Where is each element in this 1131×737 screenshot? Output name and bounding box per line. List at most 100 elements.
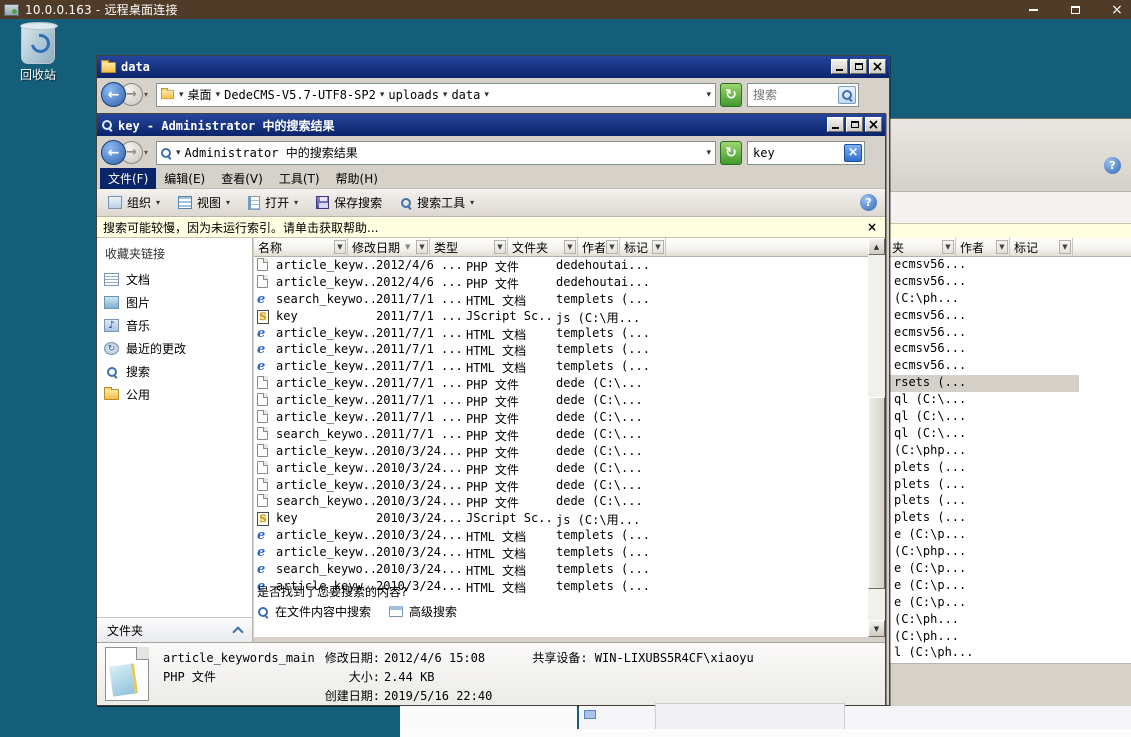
bg-column-header-1[interactable]: 夹 [888,238,956,257]
views-button[interactable]: 视图 [171,191,237,214]
data-close-button[interactable] [869,59,886,74]
bg-list-item[interactable]: plets (... [888,493,1131,510]
table-row[interactable]: search_keywo...2010/3/24...PHP 文件dede (C… [254,493,868,510]
refresh-icon[interactable] [720,141,742,165]
scrollbar-thumb[interactable] [868,397,885,589]
vertical-scrollbar[interactable] [868,238,885,637]
close-icon[interactable] [867,220,877,234]
refresh-icon[interactable] [720,83,742,107]
bg-list-item[interactable]: plets (... [888,510,1131,527]
search-file-contents-link[interactable]: 在文件内容中搜索 [257,603,371,620]
chevron-down-icon[interactable] [706,90,711,100]
column-header-1[interactable]: 名称 [254,238,348,257]
data-window-titlebar[interactable]: data [97,56,889,78]
bg-list-item[interactable]: ecmsv56... [888,274,1131,291]
bg-list-item[interactable]: (C:\ph... [888,291,1131,308]
sidebar-item[interactable]: 文档 [97,268,252,291]
bg-list-item[interactable]: ecmsv56... [888,358,1131,375]
history-dropdown-icon[interactable] [144,90,148,99]
chevron-down-icon[interactable] [706,148,711,158]
column-filter-icon[interactable] [606,240,618,254]
bg-list-item[interactable]: plets (... [888,477,1131,494]
open-button[interactable]: 打开 [241,191,305,214]
bg-list-item[interactable]: e (C:\p... [888,527,1131,544]
column-filter-icon[interactable] [1059,240,1071,254]
data-maximize-button[interactable] [850,59,867,74]
background-help-icon[interactable] [1104,157,1121,174]
table-row[interactable]: search_keywo...2011/7/1 ...PHP 文件dede (C… [254,426,868,443]
bg-list-item[interactable]: l (C:\ph... [888,645,1131,662]
column-header-6[interactable]: 标记 [620,238,666,257]
history-dropdown-icon[interactable] [144,148,148,157]
breadcrumb-item[interactable]: uploads [388,88,439,102]
bg-list-item[interactable]: (C:\php... [888,544,1131,561]
bg-list-item[interactable]: ql (C:\... [888,409,1131,426]
sidebar-item[interactable]: 搜索 [97,360,252,383]
bg-list-item[interactable]: (C:\ph... [888,612,1131,629]
column-header-3[interactable]: 类型 [430,238,508,257]
bg-list-item[interactable]: ecmsv56... [888,341,1131,358]
column-header-5[interactable]: 作者 [578,238,620,257]
menu-file[interactable]: 文件(F) [100,168,156,189]
data-breadcrumb[interactable]: 桌面 DedeCMS-V5.7-UTF8-SP2 uploads data [156,83,716,107]
table-row[interactable]: article_keyw...2011/7/1 ...PHP 文件dede (C… [254,375,868,392]
menu-edit[interactable]: 编辑(E) [156,168,213,189]
sidebar-item[interactable]: 公用 [97,383,252,406]
bg-list-item[interactable]: ql (C:\... [888,392,1131,409]
column-header-4[interactable]: 文件夹 [508,238,578,257]
bg-list-item[interactable]: e (C:\p... [888,595,1131,612]
bg-list-item[interactable]: plets (... [888,460,1131,477]
table-row[interactable]: article_keyw...2010/3/24...HTML 文档temple… [254,527,868,544]
back-icon[interactable] [101,140,126,165]
organize-button[interactable]: 组织 [101,191,167,214]
search-go-button[interactable] [838,86,856,104]
bg-list-item[interactable]: ecmsv56... [888,308,1131,325]
breadcrumb-item[interactable]: 桌面 [188,86,212,103]
key-breadcrumb[interactable]: Administrator 中的搜索结果 [156,141,716,165]
breadcrumb-item[interactable]: DedeCMS-V5.7-UTF8-SP2 [224,88,376,102]
bg-list-item[interactable]: ecmsv56... [888,325,1131,342]
menu-tools[interactable]: 工具(T) [271,168,328,189]
bg-column-header-3[interactable]: 标记 [1010,238,1073,257]
table-row[interactable]: key2011/7/1 ...JScript Sc...js (C:\用... [254,308,868,325]
bg-list-item[interactable]: e (C:\p... [888,561,1131,578]
column-header-2[interactable]: 修改日期 [348,238,430,257]
column-filter-icon[interactable] [334,240,346,254]
bg-list-item[interactable]: (C:\ph... [888,629,1131,646]
table-row[interactable]: article_keyw...2011/7/1 ...HTML 文档temple… [254,325,868,342]
data-search-box[interactable] [747,83,859,107]
column-filter-icon[interactable] [652,240,664,254]
sidebar-item[interactable]: 最近的更改 [97,337,252,360]
key-close-button[interactable] [865,117,882,132]
recycle-bin[interactable]: 回收站 [8,24,68,83]
clear-search-icon[interactable] [844,144,862,162]
table-row[interactable]: article_keyw...2011/7/1 ...HTML 文档temple… [254,358,868,375]
advanced-search-link[interactable]: 高级搜索 [389,603,457,620]
back-icon[interactable] [101,82,126,107]
table-row[interactable]: search_keywo...2011/7/1 ...HTML 文档temple… [254,291,868,308]
table-row[interactable]: article_keyw...2010/3/24...PHP 文件dede (C… [254,460,868,477]
rdp-close-button[interactable] [1109,2,1125,18]
bg-list-item[interactable]: ql (C:\... [888,426,1131,443]
search-tools-button[interactable]: 搜索工具 [393,191,481,214]
table-row[interactable]: article_keyw...2011/7/1 ...PHP 文件dede (C… [254,392,868,409]
column-filter-icon[interactable] [996,240,1008,254]
table-row[interactable]: search_keywo...2010/3/24...HTML 文档temple… [254,561,868,578]
bg-list-item[interactable]: rsets (... [888,375,1079,392]
bg-list-item[interactable]: ecmsv56... [888,257,1131,274]
column-filter-icon[interactable] [416,240,428,254]
folders-bar[interactable]: 文件夹 [97,617,253,642]
table-row[interactable]: article_keyw...2010/3/24...PHP 文件dede (C… [254,477,868,494]
table-row[interactable]: article_keyw...2012/4/6 ...PHP 文件dedehou… [254,257,868,274]
table-row[interactable]: article_keyw...2012/4/6 ...PHP 文件dedehou… [254,274,868,291]
column-filter-icon[interactable] [494,240,506,254]
menu-view[interactable]: 查看(V) [213,168,271,189]
breadcrumb-item[interactable]: data [451,88,480,102]
column-filter-icon[interactable] [942,240,954,254]
column-filter-icon[interactable] [564,240,576,254]
rdp-minimize-button[interactable] [1025,2,1041,18]
breadcrumb-item[interactable]: Administrator 中的搜索结果 [185,144,358,161]
table-row[interactable]: article_keyw...2010/3/24...PHP 文件dede (C… [254,443,868,460]
indexing-warning-bar[interactable]: 搜索可能较慢，因为未运行索引。请单击获取帮助... [97,217,885,238]
data-minimize-button[interactable] [831,59,848,74]
